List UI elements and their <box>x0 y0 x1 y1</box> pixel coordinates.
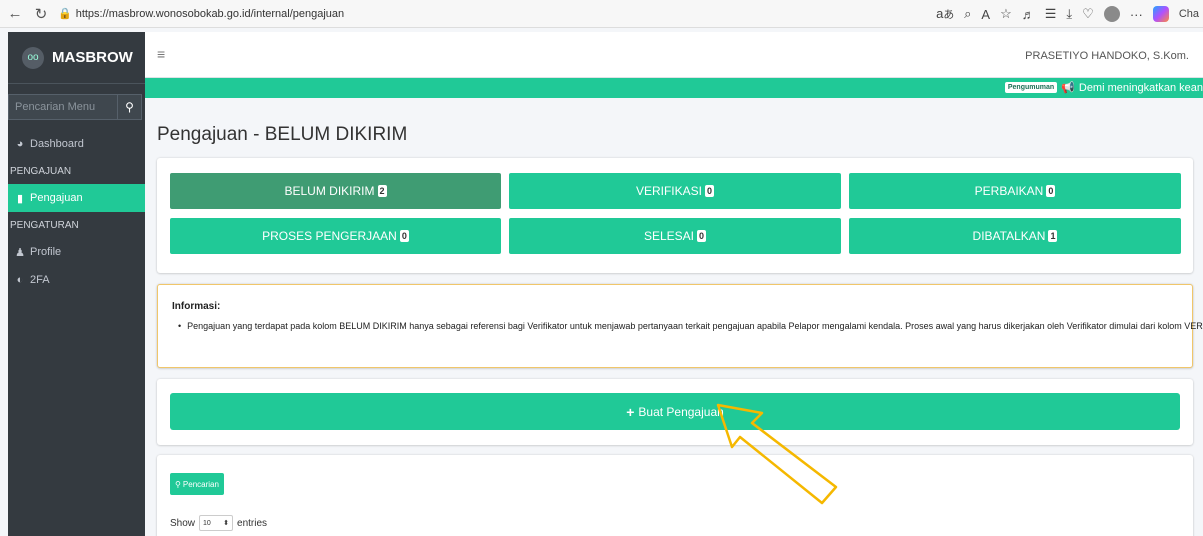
tab-belum-dikirim[interactable]: BELUM DIKIRIM 2 <box>170 173 501 209</box>
count-badge: 0 <box>705 185 715 197</box>
chat-tab-label[interactable]: Cha <box>1179 8 1199 20</box>
sidebar-item-dashboard[interactable]: ◕ Dashboard <box>8 130 145 158</box>
announcement-text: Demi meningkatkan kean <box>1078 81 1203 94</box>
brand[interactable]: oo MASBROW <box>8 32 145 84</box>
sort-arrows-icon: ⬍ <box>223 520 230 527</box>
buat-pengajuan-button[interactable]: + Buat Pengajuan <box>170 393 1180 430</box>
browser-toolbar: ← ↻ 🔒 https://masbrow.wonosobokab.go.id/… <box>0 0 1203 28</box>
favorite-icon[interactable]: ☆ <box>1000 6 1012 22</box>
profile-avatar-icon[interactable] <box>1103 6 1120 22</box>
tab-dibatalkan[interactable]: DIBATALKAN 1 <box>849 218 1181 254</box>
browser-actions: aあ ⌕ A ☆ ♬ ☰ ⤓ ♡ ··· Cha <box>936 0 1203 28</box>
url-text: https://masbrow.wonosobokab.go.id/intern… <box>75 7 345 20</box>
page-title: Pengajuan - BELUM DIKIRIM <box>157 124 408 145</box>
count-badge: 2 <box>377 185 387 197</box>
info-callout: Informasi: Pengajuan yang terdapat pada … <box>157 284 1203 368</box>
search-icon[interactable]: ⚲ <box>118 94 142 120</box>
address-bar[interactable]: 🔒 https://masbrow.wonosobokab.go.id/inte… <box>58 3 344 25</box>
hamburger-menu-icon[interactable]: ≡ <box>157 46 165 62</box>
dashboard-icon: ◕ <box>16 138 24 150</box>
count-badge: 0 <box>697 230 707 242</box>
megaphone-icon: 📢 <box>1061 82 1075 94</box>
page-size-control: Show 10 ⬍ entries <box>170 515 267 531</box>
sidebar-header-pengaturan: PENGATURAN <box>10 219 79 231</box>
zoom-icon[interactable]: ⌕ <box>964 6 971 22</box>
more-icon[interactable]: ··· <box>1130 7 1143 22</box>
announcement-badge: Pengumuman <box>1004 82 1058 93</box>
create-card: + Buat Pengajuan <box>157 379 1193 445</box>
tab-perbaikan[interactable]: PERBAIKAN 0 <box>849 173 1181 209</box>
read-aloud-icon[interactable]: A <box>981 7 990 22</box>
sidebar-item-pengajuan[interactable]: ▮ Pengajuan <box>8 184 145 212</box>
menu-search: ⚲ <box>8 94 142 120</box>
shield-icon: ◐ <box>16 274 24 286</box>
sidebar-item-2fa[interactable]: ◐ 2FA <box>8 266 145 294</box>
pencarian-button[interactable]: ⚲ Pencarian <box>170 473 224 495</box>
status-tabs-card: BELUM DIKIRIM 2 VERIFIKASI 0 PERBAIKAN 0 PR… <box>157 158 1193 273</box>
tab-verifikasi[interactable]: VERIFIKASI 0 <box>509 173 841 209</box>
collections-icon[interactable]: ☰ <box>1045 6 1057 22</box>
menu-search-input[interactable] <box>8 94 118 120</box>
tab-selesai[interactable]: SELESAI 0 <box>509 218 841 254</box>
count-badge: 0 <box>1046 185 1056 197</box>
count-badge: 0 <box>399 230 409 242</box>
sidebar: oo MASBROW ⚲ ◕ Dashboard PENGAJUAN ▮ Pen… <box>8 32 145 536</box>
top-navbar: ≡ PRASETIYO HANDOKO, S.Kom. <box>145 32 1203 78</box>
translate-icon[interactable]: aあ <box>936 6 954 22</box>
brand-name: MASBROW <box>52 49 133 66</box>
heart-icon[interactable]: ♡ <box>1082 6 1094 22</box>
announcement-bar: Pengumuman 📢 Demi meningkatkan kean <box>145 78 1203 98</box>
lock-icon: 🔒 <box>58 8 72 20</box>
info-text: Pengajuan yang terdapat pada kolom BELUM… <box>178 321 1203 331</box>
file-icon: ▮ <box>16 192 24 205</box>
annotation-arrow-icon <box>716 403 838 505</box>
download-icon[interactable]: ⤓ <box>1066 6 1072 22</box>
brand-logo-icon: oo <box>22 46 44 69</box>
plus-icon: + <box>626 403 635 420</box>
search-icon: ⚲ <box>175 479 181 489</box>
info-title: Informasi: <box>172 301 221 312</box>
table-card: ⚲ Pencarian Show 10 ⬍ entries <box>157 455 1193 536</box>
back-icon[interactable]: ← <box>4 5 26 22</box>
copilot-icon[interactable] <box>1152 6 1169 22</box>
user-name[interactable]: PRASETIYO HANDOKO, S.Kom. <box>1025 50 1189 62</box>
page-size-select[interactable]: 10 ⬍ <box>199 515 234 531</box>
tab-proses-pengerjaan[interactable]: PROSES PENGERJAAN 0 <box>170 218 501 254</box>
sidebar-header-pengajuan: PENGAJUAN <box>10 165 72 177</box>
sidebar-item-profile[interactable]: ♟ Profile <box>8 238 145 266</box>
reload-icon[interactable]: ↻ <box>30 5 52 23</box>
count-badge: 1 <box>1048 230 1058 242</box>
extensions-icon[interactable]: ♬ <box>1022 7 1035 22</box>
user-icon: ♟ <box>15 246 25 259</box>
